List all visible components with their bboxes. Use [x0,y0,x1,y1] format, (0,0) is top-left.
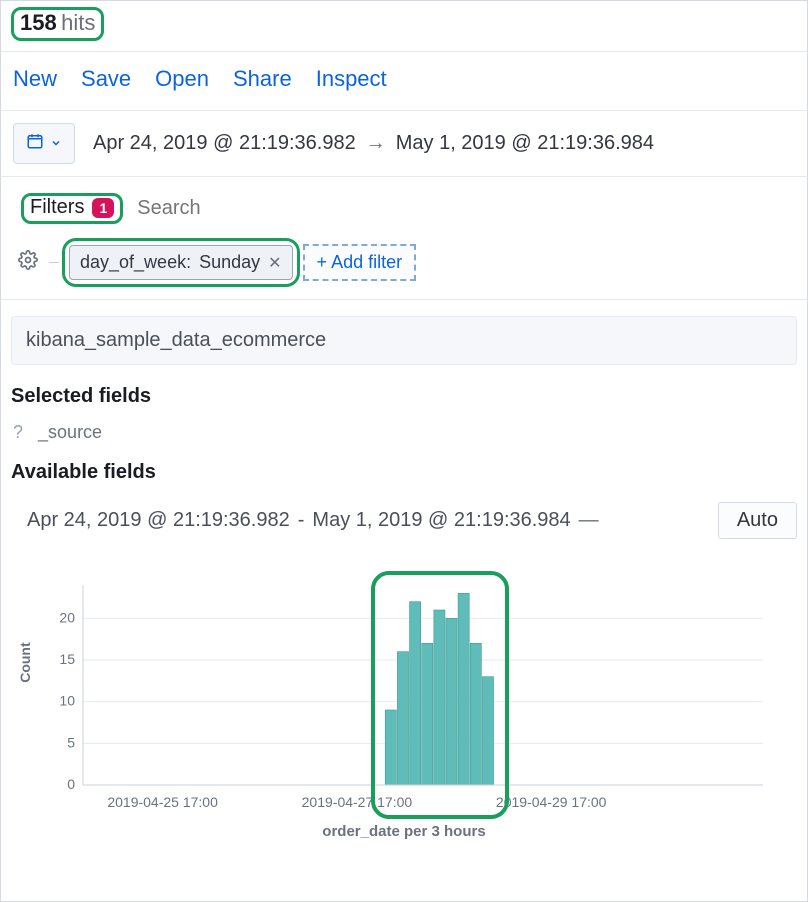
chart-area: Count 0 5 10 15 20 2019-04-25 17:00 2019-04-27… [1,545,807,848]
filters-row: Filters 1 [1,177,807,234]
filter-pill-day-of-week[interactable]: day_of_week: Sunday ✕ [69,245,293,280]
filter-pill-field: day_of_week: [80,252,191,273]
available-fields-heading: Available fields [1,453,807,494]
gear-icon[interactable] [17,250,39,275]
date-range-row: Apr 24, 2019 @ 21:19:36.982 → May 1, 201… [1,111,807,177]
svg-text:2019-04-25 17:00: 2019-04-25 17:00 [107,794,218,810]
interval-button[interactable]: Auto [718,502,797,539]
chart-header: Apr 24, 2019 @ 21:19:36.982 - May 1, 201… [1,494,807,545]
filters-count-badge: 1 [92,198,114,218]
arrow-right-icon: → [366,132,386,155]
filters-label: Filters [30,196,84,219]
search-input[interactable] [137,197,793,220]
filter-pills-row: day_of_week: Sunday ✕ + Add filter [1,234,807,300]
selected-field-source[interactable]: ? _source [1,418,807,453]
add-filter-button[interactable]: + Add filter [303,244,417,281]
chevron-down-icon [50,133,62,154]
date-to: May 1, 2019 @ 21:19:36.984 [396,132,654,155]
chart-range-dash: — [579,509,599,532]
svg-text:20: 20 [59,609,75,625]
calendar-icon [26,132,44,155]
open-button[interactable]: Open [155,66,209,92]
chart-xlabel: order_date per 3 hours [13,823,795,840]
field-type-unknown-icon: ? [13,422,23,442]
chart-range-sep: - [298,509,305,532]
hits-label: hits [61,10,95,35]
index-pattern-selector[interactable]: kibana_sample_data_ecommerce [11,316,797,365]
svg-text:0: 0 [67,776,75,792]
save-button[interactable]: Save [81,66,131,92]
filter-pill-value: Sunday [199,252,260,273]
histogram-chart[interactable]: 0 5 10 15 20 2019-04-25 17:00 2019-04-27 17:00… [13,575,773,825]
chart-ylabel: Count [17,642,33,682]
hits-count: 158 [20,10,57,35]
chart-range-to: May 1, 2019 @ 21:19:36.984 [312,509,570,532]
chart-range-from: Apr 24, 2019 @ 21:19:36.982 [27,509,290,532]
svg-text:2019-04-29 17:00: 2019-04-29 17:00 [496,794,607,810]
svg-text:15: 15 [59,651,75,667]
svg-text:2019-04-27 17:00: 2019-04-27 17:00 [302,794,413,810]
date-picker-button[interactable] [13,123,75,164]
new-button[interactable]: New [13,66,57,92]
inspect-button[interactable]: Inspect [316,66,387,92]
close-icon[interactable]: ✕ [268,253,281,273]
hits-summary: 158 hits [1,1,807,52]
svg-text:5: 5 [67,734,75,750]
field-name: _source [38,422,102,442]
date-from: Apr 24, 2019 @ 21:19:36.982 [93,132,356,155]
share-button[interactable]: Share [233,66,292,92]
toolbar: New Save Open Share Inspect [1,52,807,111]
connector-line [49,262,59,263]
selected-fields-heading: Selected fields [1,377,807,418]
svg-text:10: 10 [59,693,75,709]
